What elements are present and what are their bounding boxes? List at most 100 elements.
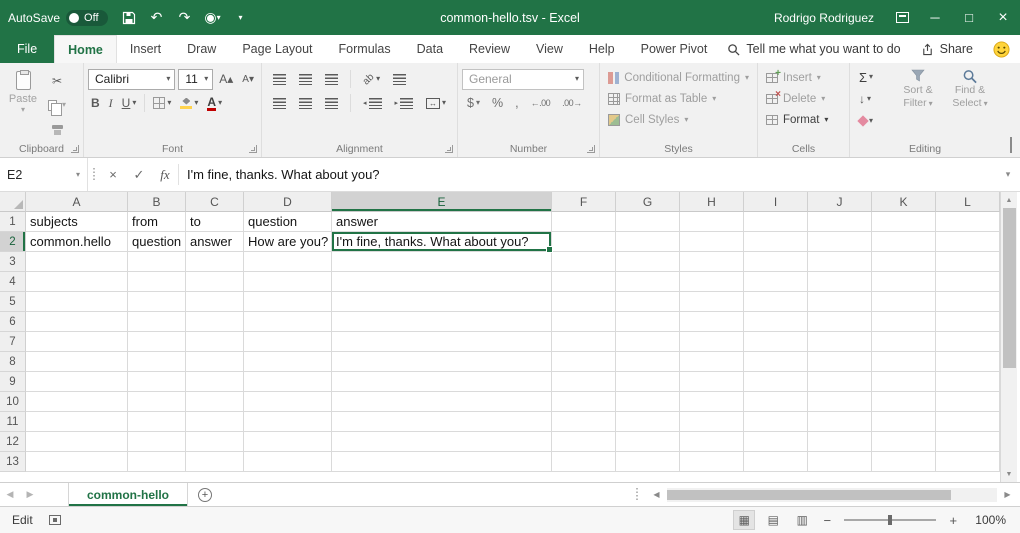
cell-J4[interactable] bbox=[808, 272, 872, 292]
column-header-A[interactable]: A bbox=[26, 192, 128, 212]
delete-cells-button[interactable]: Delete ▾ bbox=[762, 88, 845, 109]
comma-format-button[interactable]: , bbox=[512, 93, 521, 113]
cell-D7[interactable] bbox=[244, 332, 332, 352]
cell-K8[interactable] bbox=[872, 352, 936, 372]
cell-J8[interactable] bbox=[808, 352, 872, 372]
user-name[interactable]: Rodrigo Rodriguez bbox=[774, 11, 874, 25]
row-header-1[interactable]: 1 bbox=[0, 212, 26, 232]
cell-K12[interactable] bbox=[872, 432, 936, 452]
hscroll-left-button[interactable]: ◀ bbox=[648, 490, 665, 499]
tab-formulas[interactable]: Formulas bbox=[326, 35, 404, 63]
decrease-indent-button[interactable]: ◂ bbox=[360, 93, 385, 113]
row-header-13[interactable]: 13 bbox=[0, 452, 26, 472]
top-align-button[interactable] bbox=[270, 69, 289, 89]
cell-C2[interactable]: answer bbox=[186, 232, 244, 252]
cell-A5[interactable] bbox=[26, 292, 128, 312]
paste-button[interactable]: Paste▾ bbox=[4, 67, 42, 139]
cell-A6[interactable] bbox=[26, 312, 128, 332]
tell-me-box[interactable]: Tell me what you want to do bbox=[727, 42, 900, 56]
cell-B7[interactable] bbox=[128, 332, 186, 352]
zoom-slider[interactable] bbox=[844, 519, 936, 521]
cell-L12[interactable] bbox=[936, 432, 1000, 452]
borders-button[interactable]: ▾ bbox=[150, 93, 174, 113]
undo-button[interactable]: ↶ bbox=[144, 5, 170, 31]
italic-button[interactable]: I bbox=[106, 93, 116, 113]
cell-styles-button[interactable]: Cell Styles ▾ bbox=[604, 109, 753, 130]
copy-button[interactable]: ▾ bbox=[45, 95, 69, 115]
cell-D3[interactable] bbox=[244, 252, 332, 272]
cell-L6[interactable] bbox=[936, 312, 1000, 332]
cell-H13[interactable] bbox=[680, 452, 744, 472]
cell-H9[interactable] bbox=[680, 372, 744, 392]
tab-data[interactable]: Data bbox=[404, 35, 456, 63]
cell-J9[interactable] bbox=[808, 372, 872, 392]
vertical-scroll-thumb[interactable] bbox=[1003, 208, 1016, 368]
hscroll-right-button[interactable]: ▶ bbox=[999, 490, 1016, 499]
cell-C5[interactable] bbox=[186, 292, 244, 312]
cell-A2[interactable]: common.hello bbox=[26, 232, 128, 252]
tab-home[interactable]: Home bbox=[54, 35, 117, 63]
fill-color-button[interactable]: ▾ bbox=[177, 93, 201, 113]
sheet-tab-common-hello[interactable]: common-hello bbox=[68, 483, 188, 506]
cell-I5[interactable] bbox=[744, 292, 808, 312]
cell-K7[interactable] bbox=[872, 332, 936, 352]
clipboard-dialog-launcher[interactable] bbox=[71, 145, 79, 153]
cell-L1[interactable] bbox=[936, 212, 1000, 232]
row-header-11[interactable]: 11 bbox=[0, 412, 26, 432]
cell-G4[interactable] bbox=[616, 272, 680, 292]
column-header-E[interactable]: E bbox=[332, 192, 552, 212]
cell-B12[interactable] bbox=[128, 432, 186, 452]
format-painter-button[interactable] bbox=[45, 119, 69, 139]
column-header-D[interactable]: D bbox=[244, 192, 332, 212]
format-as-table-button[interactable]: Format as Table ▾ bbox=[604, 88, 753, 109]
autosave-toggle[interactable]: AutoSave Off bbox=[8, 10, 108, 26]
cell-F2[interactable] bbox=[552, 232, 616, 252]
cell-I12[interactable] bbox=[744, 432, 808, 452]
scroll-up-button[interactable]: ▲ bbox=[1001, 192, 1017, 208]
column-header-B[interactable]: B bbox=[128, 192, 186, 212]
cell-A11[interactable] bbox=[26, 412, 128, 432]
cell-I13[interactable] bbox=[744, 452, 808, 472]
cell-A9[interactable] bbox=[26, 372, 128, 392]
close-button[interactable]: × bbox=[986, 0, 1020, 35]
align-right-button[interactable] bbox=[322, 93, 341, 113]
cell-B1[interactable]: from bbox=[128, 212, 186, 232]
cell-D1[interactable]: question bbox=[244, 212, 332, 232]
new-sheet-button[interactable]: + bbox=[188, 483, 222, 506]
cell-K11[interactable] bbox=[872, 412, 936, 432]
cell-F11[interactable] bbox=[552, 412, 616, 432]
decrease-font-size-button[interactable]: A▾ bbox=[239, 69, 257, 89]
cell-L3[interactable] bbox=[936, 252, 1000, 272]
enter-button[interactable]: ✓ bbox=[126, 158, 152, 191]
cell-L7[interactable] bbox=[936, 332, 1000, 352]
vertical-scroll-track[interactable] bbox=[1001, 208, 1017, 466]
cell-H6[interactable] bbox=[680, 312, 744, 332]
cell-H8[interactable] bbox=[680, 352, 744, 372]
cell-D13[interactable] bbox=[244, 452, 332, 472]
name-box[interactable]: E2 ▾ bbox=[0, 158, 88, 191]
cell-A3[interactable] bbox=[26, 252, 128, 272]
cell-H1[interactable] bbox=[680, 212, 744, 232]
cell-B6[interactable] bbox=[128, 312, 186, 332]
cell-F7[interactable] bbox=[552, 332, 616, 352]
redo-button[interactable]: ↷ bbox=[172, 5, 198, 31]
cell-B13[interactable] bbox=[128, 452, 186, 472]
cell-K13[interactable] bbox=[872, 452, 936, 472]
cell-I4[interactable] bbox=[744, 272, 808, 292]
row-header-8[interactable]: 8 bbox=[0, 352, 26, 372]
cell-A13[interactable] bbox=[26, 452, 128, 472]
cell-F10[interactable] bbox=[552, 392, 616, 412]
currency-format-button[interactable]: $▾ bbox=[464, 93, 483, 113]
cell-K9[interactable] bbox=[872, 372, 936, 392]
cell-B9[interactable] bbox=[128, 372, 186, 392]
increase-font-size-button[interactable]: A▴ bbox=[216, 69, 236, 89]
cell-A4[interactable] bbox=[26, 272, 128, 292]
cell-H2[interactable] bbox=[680, 232, 744, 252]
cell-G11[interactable] bbox=[616, 412, 680, 432]
cell-I3[interactable] bbox=[744, 252, 808, 272]
cell-B4[interactable] bbox=[128, 272, 186, 292]
cell-G6[interactable] bbox=[616, 312, 680, 332]
cell-D12[interactable] bbox=[244, 432, 332, 452]
row-header-10[interactable]: 10 bbox=[0, 392, 26, 412]
page-break-view-button[interactable]: ▥ bbox=[791, 510, 813, 530]
